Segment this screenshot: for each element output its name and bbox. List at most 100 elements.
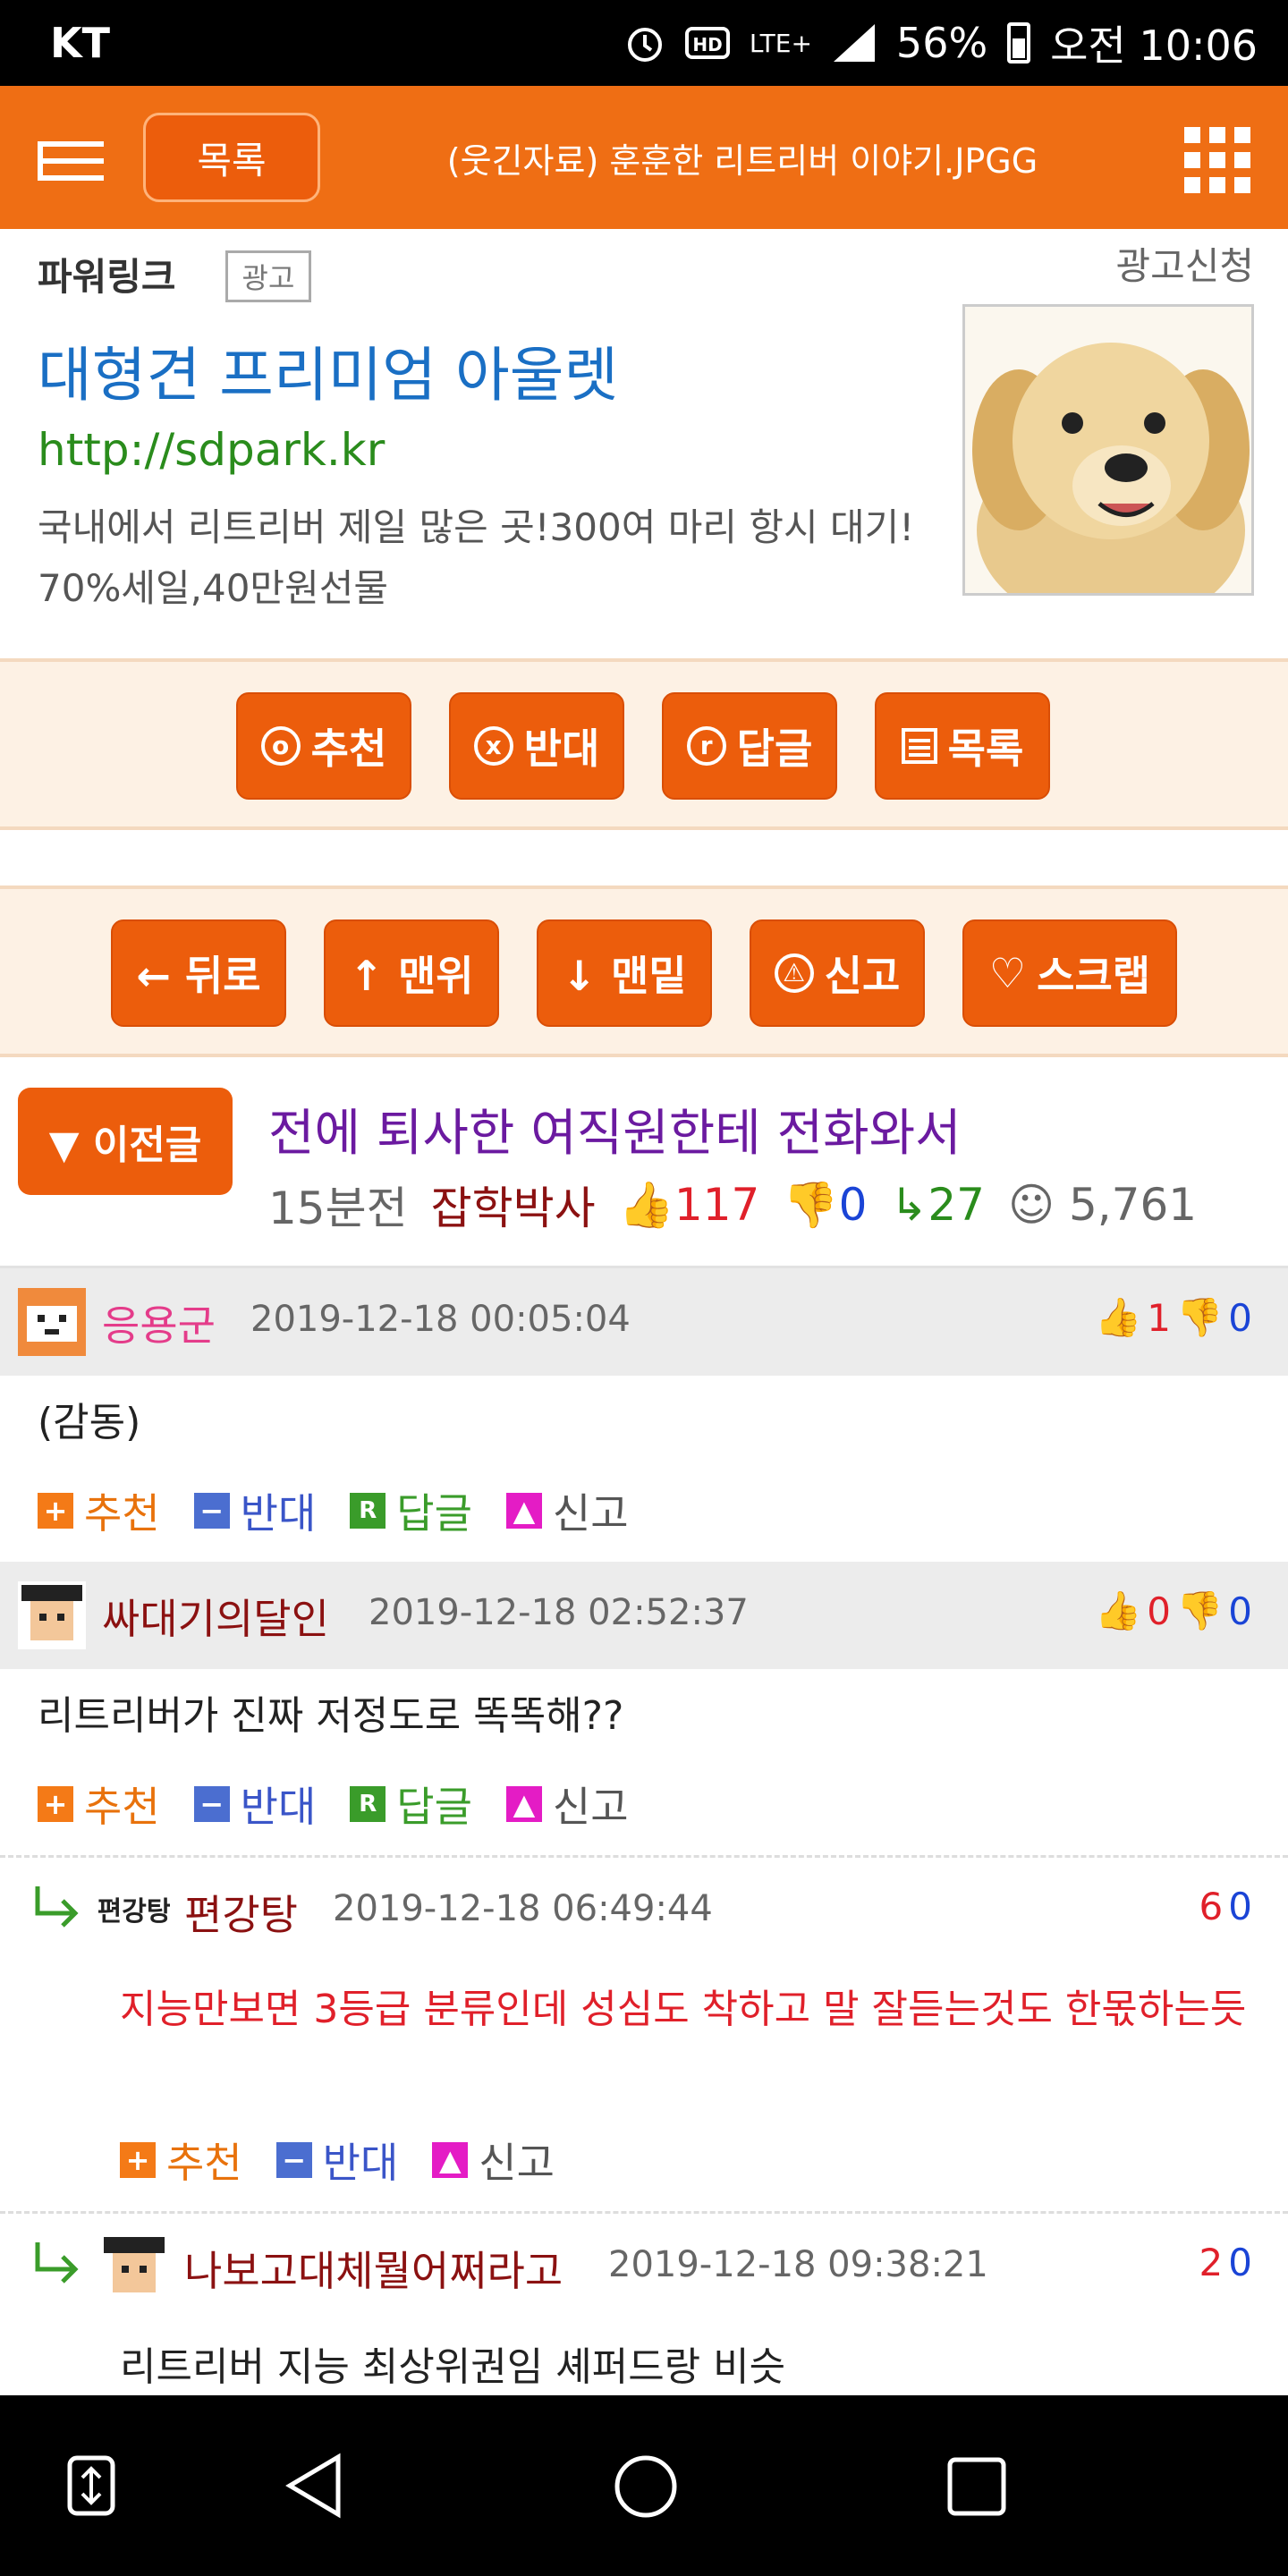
thumb-up-icon: 👍 (618, 1178, 674, 1231)
powerlink-ad[interactable]: 파워링크 광고 광고신청 대형견 프리미엄 아울렛 http://sdpark.… (0, 229, 1288, 658)
report-button[interactable]: ⚠ 신고 (750, 919, 925, 1027)
ad-description: 국내에서 리트리버 제일 많은 곳!300여 마리 항시 대기! 70%세일,4… (38, 505, 915, 610)
comment-actions: + 추천 − 반대 R 답글 ▲ 신고 (38, 1773, 663, 1835)
recommend-button[interactable]: o 추천 (236, 692, 411, 800)
avatar (100, 2233, 168, 2301)
reply-header: 편강탕 편강탕 2019-12-18 06:49:44 6 0 (0, 1855, 1288, 1962)
reply-arrow-icon (35, 1886, 79, 1928)
previous-post: ▼ 이전글 전에 퇴사한 여직원한테 전화와서 15분전 잡학박사 👍117 👎… (0, 1057, 1288, 1268)
powerlink-label: 파워링크 (38, 255, 176, 299)
reply-r-icon: R (350, 1493, 386, 1529)
comment-author[interactable]: 응용군 (102, 1293, 216, 1352)
comment-report[interactable]: ▲ 신고 (505, 1775, 629, 1834)
comment-oppose[interactable]: − 반대 (275, 2131, 398, 2190)
svg-text:HD: HD (692, 34, 722, 55)
post-author[interactable]: 잡학박사 (431, 1173, 596, 1237)
comment-oppose[interactable]: − 반대 (193, 1481, 316, 1540)
go-top-button[interactable]: ↑ 맨위 (324, 919, 499, 1027)
plus-icon: + (38, 1493, 73, 1529)
go-bottom-button[interactable]: ↓ 맨밑 (537, 919, 712, 1027)
thumb-down-icon: 👎 (1175, 1295, 1224, 1339)
heart-icon: ♡ (988, 949, 1027, 997)
alarm-icon (627, 28, 662, 62)
avatar: 편강탕 (98, 1896, 170, 1928)
comment-reply[interactable]: R 답글 (350, 1775, 472, 1834)
previous-post-title[interactable]: 전에 퇴사한 여직원한테 전화와서 (268, 1093, 962, 1165)
reply-r-icon: R (350, 1786, 386, 1822)
comment-report[interactable]: ▲ 신고 (505, 1481, 629, 1540)
android-nav-bar (0, 2395, 1288, 2576)
comment-body: 지능만보면 3등급 분류인데 성심도 착하고 말 잘듣는것도 한몫하는듯 (120, 1987, 1247, 2032)
scrap-button[interactable]: ♡ 스크랩 (962, 919, 1177, 1027)
comment-author[interactable]: 나보고대체뭘어쩌라고 (184, 2239, 563, 2298)
comment-date: 2019-12-18 00:05:04 (250, 1299, 631, 1340)
reply-header: 나보고대체뭘어쩌라고 2019-12-18 09:38:21 2 0 (0, 2211, 1288, 2318)
signal-icon (833, 24, 875, 62)
views-count: ☺ 5,761 (1007, 1179, 1198, 1231)
report-icon: ⚠ (774, 953, 814, 993)
battery-percent: 56% (895, 19, 988, 67)
plus-icon: + (120, 2142, 156, 2178)
comment-body: (감동) (38, 1400, 141, 1445)
circle-o-icon: o (260, 726, 301, 766)
status-bar: KT HD LTE+ 56% 오전 10:06 (0, 0, 1288, 86)
smiley-icon: ☺ (1007, 1179, 1055, 1231)
comment-header: 응용군 2019-12-18 00:05:04 👍 1 👎 0 (0, 1268, 1288, 1376)
menu-icon[interactable] (38, 141, 104, 181)
back-nav-icon[interactable] (284, 2453, 343, 2519)
comment-votes: 👍 0 👎 0 (1094, 1589, 1252, 1633)
comment-header: 싸대기의달인 2019-12-18 02:52:37 👍 0 👎 0 (0, 1562, 1288, 1669)
screen-pin-icon[interactable] (66, 2454, 116, 2517)
plus-icon: + (38, 1786, 73, 1822)
post-action-bar: o 추천 x 반대 r 답글 목록 (0, 658, 1288, 830)
comment-date: 2019-12-18 09:38:21 (608, 2244, 988, 2285)
comment-date: 2019-12-18 06:49:44 (333, 1888, 713, 1929)
comment-body: 리트리버 지능 최상위권임 셰퍼드랑 비슷 (120, 2344, 786, 2390)
avatar (18, 1288, 86, 1356)
thumb-up-icon: 👍 (1094, 1589, 1142, 1632)
comment-author[interactable]: 싸대기의달인 (102, 1587, 329, 1646)
comment-recommend[interactable]: + 추천 (120, 2131, 242, 2190)
list-button-bottom[interactable]: 목록 (875, 692, 1050, 800)
app-header: 목록 (웃긴자료) 훈훈한 리트리버 이야기.JPGG (0, 86, 1288, 229)
ad-url[interactable]: http://sdpark.kr (38, 424, 385, 476)
back-button[interactable]: ← 뒤로 (111, 919, 286, 1027)
post-time: 15분전 (268, 1182, 408, 1234)
thumb-up-icon: 👍 (1094, 1295, 1142, 1339)
siren-icon: ▲ (505, 1493, 542, 1529)
apps-grid-icon[interactable] (1184, 127, 1250, 193)
recents-nav-icon[interactable] (946, 2456, 1007, 2517)
comment-date: 2019-12-18 02:52:37 (369, 1592, 749, 1633)
comment-votes: 2 0 (1199, 2241, 1252, 2284)
comment-author[interactable]: 편강탕 (184, 1883, 298, 1942)
comment-oppose[interactable]: − 반대 (193, 1775, 316, 1834)
hd-icon: HD (684, 27, 730, 59)
ad-headline[interactable]: 대형견 프리미엄 아울렛 (38, 327, 618, 413)
minus-icon: − (193, 1493, 230, 1529)
comment-recommend[interactable]: + 추천 (38, 1775, 160, 1834)
comment-reply[interactable]: R 답글 (350, 1481, 472, 1540)
comment-recommend[interactable]: + 추천 (38, 1481, 160, 1540)
battery-icon (1007, 22, 1031, 64)
puppy-image[interactable] (962, 304, 1254, 596)
likes-count: 👍117 (618, 1178, 760, 1231)
comment-votes: 6 0 (1199, 1885, 1252, 1928)
siren-icon: ▲ (432, 2142, 469, 2178)
reply-arrow-icon (35, 2242, 79, 2284)
thumb-down-icon: 👎 (783, 1178, 839, 1231)
oppose-button[interactable]: x 반대 (449, 692, 624, 800)
comment-votes: 👍 1 👎 0 (1094, 1295, 1252, 1340)
previous-post-button[interactable]: ▼ 이전글 (18, 1088, 233, 1195)
clock: 오전 10:06 (1050, 21, 1258, 70)
reply-button[interactable]: r 답글 (662, 692, 837, 800)
minus-icon: − (275, 2142, 312, 2178)
circle-r-icon: r (686, 726, 726, 766)
home-nav-icon[interactable] (614, 2454, 678, 2519)
thumb-down-icon: 👎 (1175, 1589, 1224, 1632)
previous-post-meta: 15분전 잡학박사 👍117 👎0 ↳27 ☺ 5,761 (268, 1174, 1197, 1236)
ad-apply-link[interactable]: 광고신청 (1115, 236, 1254, 291)
comment-report[interactable]: ▲ 신고 (432, 2131, 555, 2190)
list-button[interactable]: 목록 (143, 113, 320, 202)
network-label: LTE+ (749, 28, 812, 58)
comment-actions: + 추천 − 반대 R 답글 ▲ 신고 (38, 1479, 663, 1542)
